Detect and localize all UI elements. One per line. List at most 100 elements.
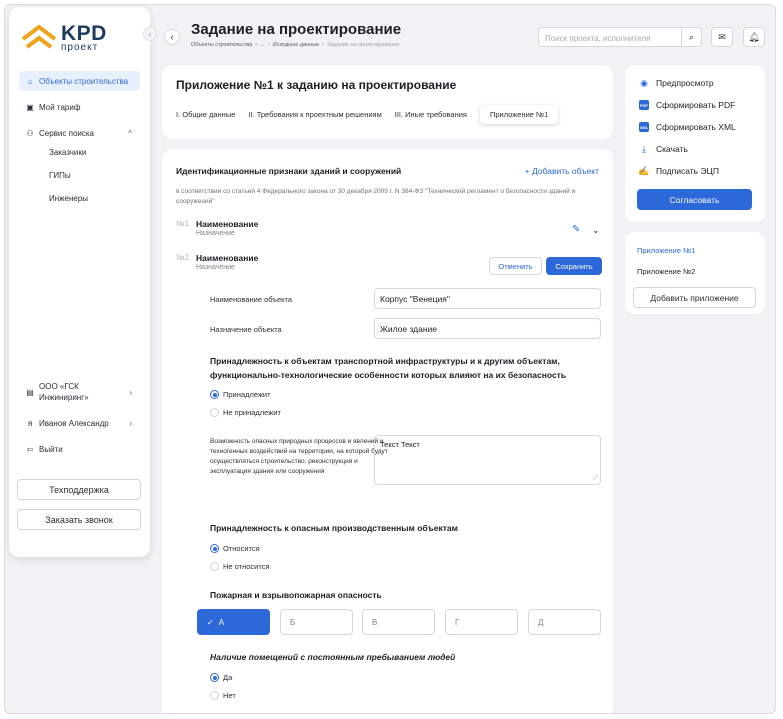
radio-checked-icon[interactable] xyxy=(210,544,219,553)
building-icon: ▤ xyxy=(26,387,34,397)
action-label: Сформировать XML xyxy=(656,122,736,132)
search-box: ⌕ xyxy=(538,27,702,48)
sidebar-item-user[interactable]: ᴙ Иванов Александр › xyxy=(19,413,140,433)
fire-class-b[interactable]: Б xyxy=(280,609,353,635)
field-label-purpose: Назначение объекта xyxy=(210,325,282,334)
download-icon: ⤓ xyxy=(642,143,646,154)
object-purpose: Назначение xyxy=(196,230,235,237)
fire-class-label: Д xyxy=(538,617,544,627)
sidebar-item-objects[interactable]: ⌂ Объекты строительства xyxy=(19,71,140,91)
fire-class-g[interactable]: Г xyxy=(445,609,518,635)
sign-action[interactable]: ✍ Подписать ЭЦП xyxy=(638,165,719,177)
radio-not-belongs[interactable]: Не принадлежит xyxy=(210,408,281,417)
page-title: Задание на проектирование xyxy=(191,21,402,38)
sidebar-item-search-service[interactable]: ⚇ Сервис поиска ^ xyxy=(19,123,140,143)
sidebar-item-company[interactable]: ▤ ООО «ГСК Инжиниринг» › xyxy=(19,377,140,407)
approve-button[interactable]: Согласовать xyxy=(637,189,752,210)
radio-label: Да xyxy=(223,673,233,682)
sidebar-item-label: Объекты строительства xyxy=(39,76,129,86)
radio-unchecked-icon[interactable] xyxy=(210,562,219,571)
cancel-button[interactable]: Отменить xyxy=(489,257,542,275)
sidebar-subitem-customers[interactable]: Заказчики xyxy=(49,148,86,157)
edit-pencil-icon[interactable]: ✎ xyxy=(572,224,580,235)
object-name-input[interactable]: Корпус "Венеция" xyxy=(374,288,601,309)
sidebar-subitem-gips[interactable]: ГИПы xyxy=(49,171,71,180)
search-input[interactable] xyxy=(539,29,679,48)
tab-general[interactable]: I. Общие данные xyxy=(176,105,235,124)
fire-class-label: Г xyxy=(455,617,460,627)
download-action[interactable]: ⤓ Скачать xyxy=(639,143,688,155)
sign-icon: ✍ xyxy=(638,165,650,176)
content-card: Идентификационные признаки зданий и соор… xyxy=(162,149,613,713)
back-button[interactable]: ‹ xyxy=(164,29,180,45)
user-icon: ᴙ xyxy=(27,418,33,428)
sidebar-item-label: Мой тариф xyxy=(39,102,81,112)
radio-checked-icon[interactable] xyxy=(210,673,219,682)
user-name: Иванов Александр xyxy=(39,418,109,428)
question-permanent-occupancy: Наличие помещений с постоянным пребывани… xyxy=(210,652,456,662)
sidebar-subitem-engineers[interactable]: Инженеры xyxy=(49,194,88,203)
preview-action[interactable]: ◉ Предпросмотр xyxy=(639,78,714,89)
breadcrumb-item[interactable]: Объекты строительства xyxy=(191,42,252,48)
collapse-sidebar-icon[interactable]: ‹ xyxy=(143,27,157,41)
logo[interactable]: KPD проект xyxy=(21,23,107,53)
breadcrumb-item[interactable]: ... xyxy=(260,42,265,48)
object-purpose: Назначение xyxy=(196,264,235,271)
tab-attachment-1[interactable]: Приложение №1 xyxy=(479,105,559,124)
hazard-value: Текст Текст xyxy=(380,440,420,449)
order-call-button[interactable]: Заказать звонок xyxy=(17,509,141,530)
fire-class-label: В xyxy=(372,617,378,627)
people-search-icon: ⚇ xyxy=(26,128,34,138)
radio-belongs[interactable]: Принадлежит xyxy=(210,390,271,399)
title-card: Приложение №1 к заданию на проектировани… xyxy=(162,65,613,139)
attachment-link-2[interactable]: Приложение №2 xyxy=(637,267,695,276)
attachment-link-1[interactable]: Приложение №1 xyxy=(637,246,695,255)
fire-class-v[interactable]: В xyxy=(362,609,435,635)
generate-pdf-action[interactable]: PDF Сформировать PDF xyxy=(639,100,735,110)
radio-no[interactable]: Нет xyxy=(210,691,236,700)
support-button[interactable]: Техподдержка xyxy=(17,479,141,500)
save-button[interactable]: Сохранить xyxy=(546,257,602,275)
radio-unchecked-icon[interactable] xyxy=(210,408,219,417)
question-transport: Принадлежность к объектам транспортной и… xyxy=(210,356,567,380)
object-number: №1 xyxy=(176,219,190,228)
tab-other-requirements[interactable]: III. Иные требования xyxy=(395,105,467,124)
radio-yes[interactable]: Да xyxy=(210,673,232,682)
search-icon[interactable]: ⌕ xyxy=(681,28,701,46)
radio-applies[interactable]: Относится xyxy=(210,544,260,553)
hazard-textarea[interactable]: Текст Текст ⟋ xyxy=(374,435,601,485)
breadcrumb-item[interactable]: Исходные данные xyxy=(273,42,319,48)
radio-label: Относится xyxy=(223,544,260,553)
generate-xml-action[interactable]: XML Сформировать XML xyxy=(639,122,736,132)
action-label: Скачать xyxy=(656,144,688,154)
add-object-link[interactable]: + Добавить объект xyxy=(525,166,599,176)
logout-icon: ⇦ xyxy=(26,444,34,454)
fire-hazard-title: Пожарная и взрывопожарная опасность xyxy=(210,590,382,600)
radio-not-applies[interactable]: Не относится xyxy=(210,562,270,571)
bell-icon[interactable]: 🔔︎ xyxy=(743,27,765,47)
sidebar-item-tariff[interactable]: ▣ Мой тариф xyxy=(19,97,140,117)
chevron-down-icon[interactable]: ⌄ xyxy=(592,225,600,236)
fire-class-a[interactable]: ✓ А xyxy=(197,609,270,635)
radio-unchecked-icon[interactable] xyxy=(210,691,219,700)
mail-icon[interactable]: ✉ xyxy=(711,27,733,47)
radio-label: Нет xyxy=(223,691,236,700)
question-hazardous-production: Принадлежность к опасным производственны… xyxy=(210,523,458,533)
fire-class-label: А xyxy=(218,617,225,627)
chevron-right-icon: › xyxy=(129,387,132,397)
app-frame: KPD проект ⌂ Объекты строительства ▣ Мой… xyxy=(4,4,776,714)
radio-checked-icon[interactable] xyxy=(210,390,219,399)
add-attachment-button[interactable]: Добавить приложение xyxy=(633,287,756,308)
action-label: Предпросмотр xyxy=(656,78,714,88)
tabs: I. Общие данные II. Требования к проектн… xyxy=(176,105,571,124)
resize-handle-icon[interactable]: ⟋ xyxy=(593,475,598,483)
fire-class-d[interactable]: Д xyxy=(528,609,601,635)
sidebar-item-logout[interactable]: ⇦ Выйти xyxy=(19,439,140,459)
object-name: Наименование xyxy=(196,253,259,263)
radio-label: Принадлежит xyxy=(223,390,271,399)
chevron-up-icon: ^ xyxy=(128,128,132,138)
object-name: Наименование xyxy=(196,219,259,229)
tab-design-requirements[interactable]: II. Требования к проектным решениям xyxy=(248,105,381,124)
breadcrumb-current: Задание на проектирование xyxy=(327,42,400,48)
object-purpose-input[interactable]: Жилое здание xyxy=(374,318,601,339)
